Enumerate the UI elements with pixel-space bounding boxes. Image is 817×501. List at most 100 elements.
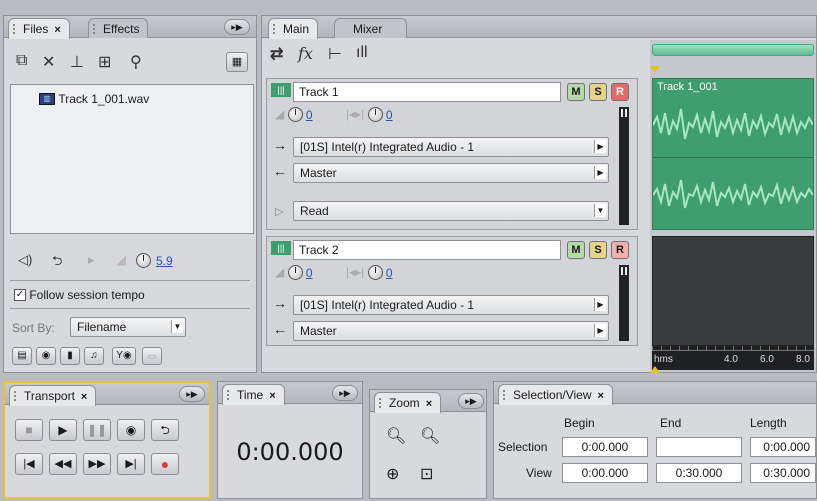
close-icon[interactable]: × (54, 24, 60, 36)
track-2-name-field[interactable]: Track 2 (293, 240, 561, 260)
chevron-down-icon: ▼ (594, 204, 606, 217)
track-2-pan-value[interactable]: 0 (386, 266, 393, 280)
zoom-in-time-icon[interactable]: ⊕ (386, 464, 399, 484)
playhead-marker-bottom[interactable] (650, 366, 660, 373)
track-1-input-dropdown[interactable]: [01S] Intel(r) Integrated Audio - 1 ▶ (293, 137, 609, 157)
track-1-pan-value[interactable]: 0 (386, 108, 393, 122)
track-1-solo-button[interactable]: S (589, 83, 607, 101)
sort-by-dropdown[interactable]: Filename ▼ (70, 317, 186, 337)
close-icon[interactable]: × (81, 391, 87, 403)
track-2-lane[interactable] (652, 236, 814, 346)
tab-mixer[interactable]: Mixer (334, 18, 408, 38)
track-1-output-dropdown[interactable]: Master ▶ (293, 163, 609, 183)
loop-button[interactable]: ⮌ (151, 419, 179, 441)
track-1-record-button[interactable]: R (611, 83, 629, 101)
show-file-properties-icon[interactable]: ▦ (226, 52, 248, 72)
panel-menu-button[interactable]: ▸▶ (179, 386, 205, 402)
track-1-volume-knob[interactable] (287, 107, 303, 123)
track-2-record-button[interactable]: R (611, 241, 629, 259)
preview-volume-value[interactable]: 5.9 (156, 254, 173, 268)
stop-button[interactable]: ■ (15, 419, 43, 441)
timeline-ruler[interactable]: hms 4.0 6.0 8.0 (652, 346, 814, 370)
filter-loop-icon[interactable]: ◉ (36, 347, 56, 365)
sends-icon[interactable]: ⊢ (328, 44, 342, 64)
effects-icon[interactable]: fx (298, 44, 313, 63)
track-grip-icon[interactable]: ||| (271, 241, 291, 255)
view-begin-field[interactable]: 0:00.000 (562, 463, 648, 483)
view-length-field[interactable]: 0:30.000 (750, 463, 816, 483)
overview-bar[interactable] (652, 44, 814, 56)
pause-button[interactable]: ❚❚ (83, 419, 111, 441)
follow-tempo-row[interactable]: ✓ Follow session tempo (14, 287, 145, 302)
play-button[interactable]: ▶ (49, 419, 77, 441)
view-end-field[interactable]: 0:30.000 (656, 463, 742, 483)
track-2-volume-knob[interactable] (287, 265, 303, 281)
track-1-input-value: [01S] Intel(r) Integrated Audio - 1 (300, 140, 475, 154)
zoom-out-amplitude-icon[interactable]: 🔍︎ (420, 426, 440, 446)
time-display[interactable]: 0:00.000 (218, 438, 362, 466)
panel-menu-button[interactable]: ▸▶ (458, 393, 484, 409)
panel-menu-button[interactable]: ▸▶ (224, 19, 250, 35)
follow-tempo-checkbox[interactable]: ✓ (14, 288, 26, 301)
playhead-marker-top[interactable] (650, 66, 660, 73)
tab-time[interactable]: Time × (222, 384, 285, 405)
close-icon[interactable]: × (598, 390, 604, 402)
track-2-mute-button[interactable]: M (567, 241, 585, 259)
go-to-end-button[interactable]: ▶| (117, 453, 145, 475)
track-2-input-dropdown[interactable]: [01S] Intel(r) Integrated Audio - 1 ▶ (293, 295, 609, 315)
timeline-area[interactable]: Track 1_001 hms 4.0 6.0 8.0 (650, 40, 816, 373)
track-1-mute-button[interactable]: M (567, 83, 585, 101)
track-1-automation-value: Read (300, 204, 329, 218)
track-grip-icon[interactable]: ||| (271, 83, 291, 97)
tab-files[interactable]: Files × (8, 18, 70, 39)
close-file-icon[interactable]: ✕ (42, 52, 55, 72)
play-from-cursor-button[interactable]: ◉ (117, 419, 145, 441)
play-preview-icon[interactable]: ▸ (88, 252, 95, 268)
selection-length-field[interactable]: 0:00.000 (750, 437, 816, 457)
preview-volume-knob[interactable] (136, 253, 151, 268)
tab-transport[interactable]: Transport × (9, 385, 97, 406)
filter-video-icon[interactable]: Y◉ (112, 347, 136, 365)
inputs-outputs-icon[interactable]: ⇄ (270, 44, 283, 64)
eq-icon[interactable]: ıll (356, 44, 368, 62)
rewind-button[interactable]: ◀◀ (49, 453, 77, 475)
automation-expand-icon[interactable]: ▷ (275, 205, 283, 218)
tab-zoom[interactable]: Zoom × (374, 392, 442, 413)
track-1-volume-value[interactable]: 0 (306, 108, 313, 122)
go-to-start-button[interactable]: |◀ (15, 453, 43, 475)
insert-into-session-2-icon[interactable]: ⊞ (98, 52, 111, 72)
track-2-solo-button[interactable]: S (589, 241, 607, 259)
close-icon[interactable]: × (426, 398, 432, 410)
zoom-in-amplitude-icon[interactable]: 🔍︎ (386, 426, 406, 446)
speaker-icon[interactable]: ◁) (18, 252, 32, 268)
edit-file-icon[interactable]: ⚲ (130, 52, 142, 72)
selection-begin-field[interactable]: 0:00.000 (562, 437, 648, 457)
panel-menu-button[interactable]: ▸▶ (332, 385, 358, 401)
track-1-name-field[interactable]: Track 1 (293, 82, 561, 102)
file-list[interactable]: ▥ Track 1_001.wav (10, 84, 254, 234)
import-file-icon[interactable]: ⧉ (16, 52, 27, 70)
track-2-volume-value[interactable]: 0 (306, 266, 313, 280)
record-button[interactable]: ● (151, 453, 179, 475)
insert-into-session-icon[interactable]: ⊥ (70, 52, 84, 72)
track-2-output-dropdown[interactable]: Master ▶ (293, 321, 609, 341)
filter-other-icon[interactable]: ▭ (142, 347, 162, 365)
close-icon[interactable]: × (269, 390, 275, 402)
chevron-right-icon: ▶ (594, 140, 606, 153)
track-1-lane[interactable]: Track 1_001 (652, 78, 814, 230)
track-1-pan-knob[interactable] (367, 107, 383, 123)
filter-audio-icon[interactable]: ▮ (60, 347, 80, 365)
filter-session-icon[interactable]: ▤ (12, 347, 32, 365)
zoom-to-selection-icon[interactable]: ⊡ (420, 464, 433, 484)
fast-forward-button[interactable]: ▶▶ (83, 453, 111, 475)
track-1-automation-dropdown[interactable]: Read ▼ (293, 201, 609, 221)
track-2-pan-knob[interactable] (367, 265, 383, 281)
selection-end-field[interactable] (656, 437, 742, 457)
loop-icon[interactable]: ⮌ (52, 252, 62, 274)
list-item[interactable]: ▥ Track 1_001.wav (39, 91, 149, 106)
zoom-tabbar: Zoom × ▸▶ (370, 390, 486, 413)
tab-effects[interactable]: Effects (88, 18, 149, 38)
tab-selection-view[interactable]: Selection/View × (498, 384, 613, 405)
filter-midi-icon[interactable]: ♫ (84, 347, 104, 365)
tab-main[interactable]: Main (268, 18, 319, 39)
